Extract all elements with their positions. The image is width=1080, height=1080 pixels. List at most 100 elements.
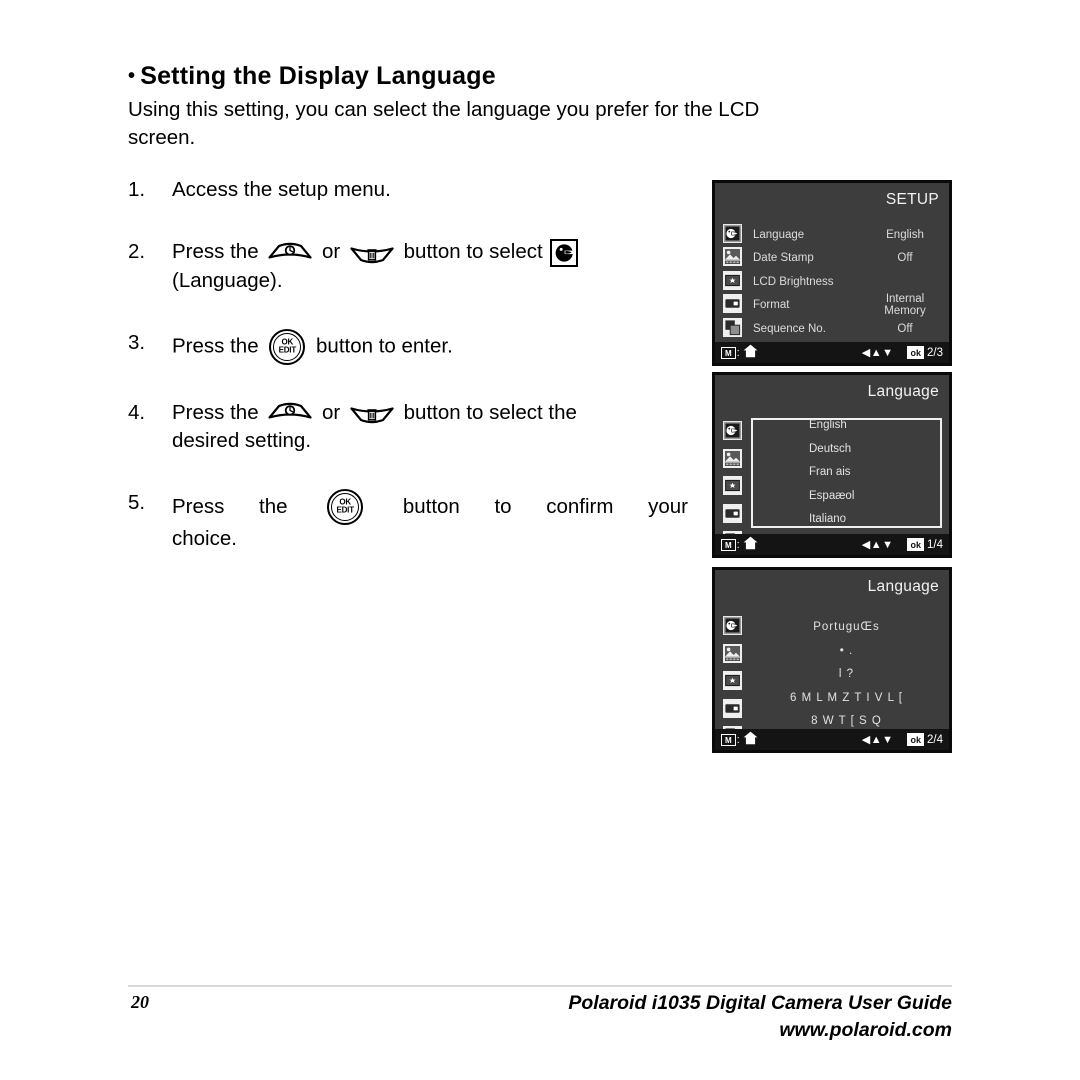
step-4-line-2: desired setting. [172,428,312,452]
step-5-word-2: the [259,494,288,518]
step-2-pre-text: Press the [172,240,259,263]
nav-arrows-icon: ◀▲▼ [861,347,894,359]
list-item[interactable]: Italiano [809,508,940,532]
lcd-screen-language-2: Language PortuguŒs • . l ? 6 M L M Z T I… [712,567,952,753]
step-5-word-3: button [402,494,460,518]
step-2-mid-text: button to select [403,240,543,263]
step-2-line-1: Press the or button to select [172,238,688,267]
step-2-line-2: (Language). [172,268,283,292]
website-url[interactable]: www.polaroid.com [568,1017,952,1044]
footer-separator: : [736,733,740,746]
step-3: 3. Press the OK EDIT button to enter. [128,328,688,365]
step-4-number: 4. [128,400,146,424]
step-3-number: 3. [128,330,146,354]
format-icon [723,294,745,316]
step-5-word-6: your [648,494,688,518]
ok-edit-button-icon[interactable]: OK EDIT [327,488,364,525]
language-icon [723,616,742,638]
nav-arrows-icon: ◀▲▼ [861,539,894,551]
step-5-word-5: confirm [546,494,614,518]
menu-label-sequence-no: Sequence No. [753,322,826,335]
page-title: • Setting the Display Language [128,62,496,91]
delete-down-button-icon[interactable] [349,401,395,425]
lcd-brightness-icon [723,671,742,693]
step-5-line-1: Press the OK EDIT button to confirm your [172,488,688,525]
list-item[interactable]: Espaæol [809,485,940,509]
list-item[interactable]: Deutsch [809,438,940,462]
menu-label-language: Language [753,228,805,241]
step-2-number: 2. [128,240,146,263]
lcd-page-indicator: 1/4 [927,538,943,551]
lcd-setup-footer: M : ◀▲▼ ok 2/3 [715,342,949,363]
lcd-language-2-footer: M : ◀▲▼ ok 2/4 [715,729,949,750]
language-icon [723,421,742,443]
delete-down-button-icon[interactable] [349,241,395,265]
lcd-language-title: Language [867,383,939,400]
lcd-page-indicator: 2/3 [927,346,943,359]
intro-paragraph: Using this setting, you can select the l… [128,96,954,152]
lcd-language-title: Language [867,578,939,595]
step-5-word-1: Press [172,494,225,518]
menu-row-format[interactable]: Format Internal Memory [723,293,941,317]
home-icon [743,344,758,361]
menu-label-format: Format [753,299,790,312]
date-stamp-icon [723,643,742,666]
ok-badge: ok [907,733,924,746]
step-1-text: Access the setup menu. [172,178,391,201]
lcd-screen-language-1: Language English Deutsch Fran ais Espaæo… [712,372,952,558]
mode-button-label: M [721,733,736,746]
list-item[interactable]: English [809,414,940,438]
step-5-line-2: choice. [172,526,237,550]
language-list: English Deutsch Fran ais Espaæol Italian… [753,414,940,532]
step-1-number: 1. [128,178,146,201]
home-icon [743,731,758,748]
language-list: PortuguŒs • . l ? 6 M L M Z T I V L [ 8 … [751,616,942,734]
lcd-language-1-footer: M : ◀▲▼ ok 1/4 [715,534,949,555]
menu-row-lcd-brightness[interactable]: LCD Brightness [723,270,941,294]
language-icon [723,223,745,246]
menu-row-language[interactable]: Language English [723,223,941,247]
guide-title: Polaroid i1035 Digital Camera User Guide [568,992,952,1014]
step-5: 5. Press the OK EDIT button to confirm y… [128,488,688,553]
list-item[interactable]: Fran ais [809,461,940,485]
self-timer-up-button-icon[interactable] [267,401,313,425]
intro-line-1: Using this setting, you can select the l… [128,98,760,121]
step-4-mid-text: button to select the [403,400,577,424]
step-2: 2. Press the or button to select (Langua… [128,238,688,295]
language-icon [550,238,579,267]
footer-separator: : [736,346,740,359]
menu-value-sequence-no: Off [897,322,913,335]
home-icon [743,536,758,553]
lcd-brightness-icon [723,270,745,293]
step-3-pre-text: Press the [172,334,259,357]
list-item[interactable]: l ? [751,663,942,687]
footer-divider [128,985,952,987]
bullet-glyph: • [128,65,136,87]
edit-label: EDIT [336,505,354,515]
date-stamp-icon [723,247,745,269]
self-timer-up-button-icon[interactable] [267,241,313,265]
lcd-setup-title: SETUP [885,191,939,208]
step-4: 4. Press the or button to select the des… [128,399,688,455]
menu-row-date-stamp[interactable]: Date Stamp Off [723,247,941,271]
list-item[interactable]: 6 M L M Z T I V L [ [751,687,942,711]
list-item[interactable]: PortuguŒs [751,616,942,640]
footer-branding: Polaroid i1035 Digital Camera User Guide… [568,990,952,1044]
footer-separator: : [736,538,740,551]
list-item[interactable]: • . [751,640,942,664]
steps-list: 1. Access the setup menu. 2. Press the o… [128,176,688,583]
menu-value-date-stamp: Off [897,252,913,265]
step-2-or-text: or [322,240,341,263]
mode-button-label: M [721,346,736,359]
ok-edit-button-icon[interactable]: OK EDIT [269,328,306,365]
step-5-number: 5. [128,490,146,514]
setup-menu-rows: Language English Date Stamp Off LCD Brig… [723,223,941,341]
language-list-box: English Deutsch Fran ais Espaæol Italian… [751,418,942,528]
mode-button-label: M [721,538,736,551]
menu-row-sequence-no[interactable]: Sequence No. Off [723,317,941,341]
ok-badge: ok [907,538,924,551]
manual-page: • Setting the Display Language Using this… [0,0,1080,1080]
step-4-or-text: or [322,400,341,424]
format-icon [723,503,742,526]
step-1: 1. Access the setup menu. [128,176,688,204]
